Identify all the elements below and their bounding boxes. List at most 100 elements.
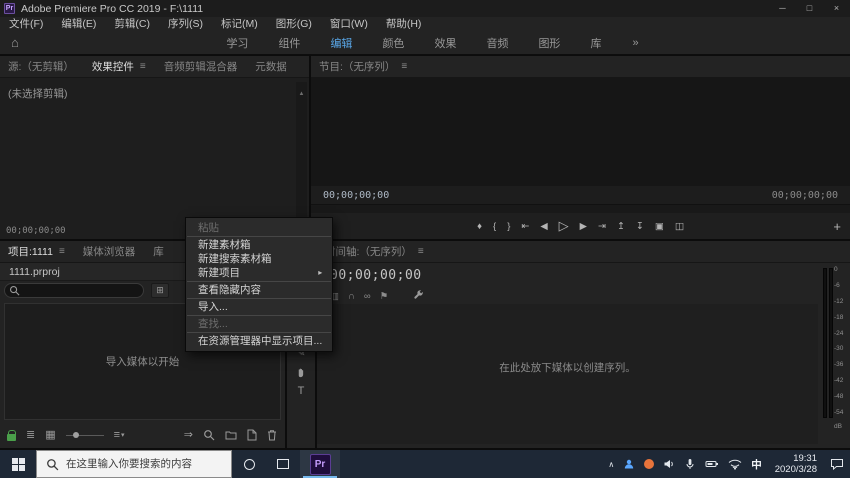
panel-menu-icon[interactable]: ≡	[59, 246, 65, 257]
tab-source-monitor[interactable]: 源:（无剪辑）	[8, 59, 74, 74]
scrollbar[interactable]: ▲	[296, 82, 307, 221]
type-tool[interactable]: T	[298, 386, 305, 397]
project-search-input[interactable]	[4, 283, 144, 298]
taskbar-premiere-button[interactable]: Pr	[300, 450, 340, 478]
mark-out-button[interactable]: }	[507, 221, 510, 232]
new-item-button[interactable]	[247, 429, 257, 441]
start-button[interactable]	[0, 450, 36, 478]
wifi-icon[interactable]	[728, 458, 742, 470]
speaker-icon[interactable]	[663, 458, 675, 470]
menu-sequence[interactable]: 序列(S)	[159, 17, 212, 31]
automate-to-sequence-button[interactable]: ⇒	[184, 430, 193, 441]
tab-project[interactable]: 项目:1111	[8, 244, 53, 259]
workspace-tab-color[interactable]: 颜色	[367, 35, 419, 51]
taskbar-search-input[interactable]	[66, 458, 226, 470]
snap-toggle[interactable]: ∩	[348, 291, 355, 302]
hidden-icons-chevron[interactable]: ∧	[608, 460, 614, 469]
workspace-overflow-icon[interactable]: »	[632, 37, 638, 49]
workspace-tab-audio[interactable]: 音频	[471, 35, 523, 51]
new-search-bin-from-query-button[interactable]: ⊞	[151, 283, 169, 298]
minimize-button[interactable]: ─	[769, 0, 796, 17]
zoom-slider[interactable]	[66, 435, 104, 436]
menu-clip[interactable]: 剪辑(C)	[105, 17, 159, 31]
menu-graphics[interactable]: 图形(G)	[267, 17, 321, 31]
comparison-view-button[interactable]: ◫	[675, 221, 684, 232]
menu-file[interactable]: 文件(F)	[0, 17, 52, 31]
premiere-app-icon: Pr	[310, 454, 331, 475]
close-button[interactable]: ×	[823, 0, 850, 17]
context-item-new-search-bin[interactable]: 新建搜索素材箱	[186, 252, 332, 266]
menu-separator	[187, 315, 331, 316]
context-item-import[interactable]: 导入...	[186, 300, 332, 314]
timeline-settings-icon[interactable]	[413, 289, 424, 303]
microphone-icon[interactable]	[684, 458, 696, 470]
program-current-timecode[interactable]: 00;00;00;00	[323, 190, 389, 201]
menu-edit[interactable]: 编辑(E)	[52, 17, 105, 31]
mark-in-button[interactable]: {	[493, 221, 496, 232]
menu-markers[interactable]: 标记(M)	[212, 17, 267, 31]
tab-media-browser[interactable]: 媒体浏览器	[83, 244, 136, 259]
timeline-panel: 时间轴:（无序列） ≡ 00;00;00;00 ▥ ∩ ∞ ⚑ 在此处放下媒体以…	[317, 241, 850, 448]
step-forward-button[interactable]: ▶	[580, 221, 587, 232]
tray-app-icon[interactable]	[644, 459, 654, 469]
delete-button[interactable]	[267, 429, 277, 441]
panel-menu-icon[interactable]: ≡	[140, 61, 146, 72]
add-marker-button[interactable]: ♦	[477, 221, 482, 232]
workspace-tab-assembly[interactable]: 组件	[263, 35, 315, 51]
maximize-button[interactable]: □	[796, 0, 823, 17]
tab-libraries[interactable]: 库	[153, 244, 164, 259]
go-to-out-button[interactable]: ⇥	[598, 221, 606, 232]
scroll-up-icon[interactable]: ▲	[299, 91, 305, 97]
step-back-button[interactable]: ◀	[540, 221, 547, 232]
find-button[interactable]	[203, 429, 215, 441]
battery-icon[interactable]	[705, 459, 719, 469]
lift-button[interactable]: ↥	[617, 221, 625, 232]
context-item-view-hidden[interactable]: 查看隐藏内容	[186, 283, 332, 297]
tab-metadata[interactable]: 元数据	[255, 59, 287, 74]
workspace-tab-effects[interactable]: 效果	[419, 35, 471, 51]
workspace-tab-libraries[interactable]: 库	[575, 35, 616, 51]
extract-button[interactable]: ↧	[636, 221, 644, 232]
workspace-tab-editing[interactable]: 编辑	[315, 35, 367, 51]
icon-view-button[interactable]: ▦	[45, 430, 55, 441]
context-item-new-bin[interactable]: 新建素材箱	[186, 238, 332, 252]
home-icon[interactable]: ⌂	[11, 35, 19, 50]
program-scrubber[interactable]	[311, 204, 850, 213]
list-view-button[interactable]: ≣	[26, 430, 35, 441]
menu-bar: 文件(F) 编辑(E) 剪辑(C) 序列(S) 标记(M) 图形(G) 窗口(W…	[0, 17, 850, 31]
button-editor-button[interactable]: +	[833, 219, 841, 234]
linked-selection-toggle[interactable]: ∞	[364, 291, 371, 302]
taskbar-search-box[interactable]	[36, 450, 232, 478]
action-center-icon[interactable]	[830, 458, 844, 470]
lock-icon[interactable]	[7, 434, 16, 441]
new-bin-button[interactable]	[225, 430, 237, 440]
source-timecode[interactable]: 00;00;00;00	[6, 226, 66, 236]
taskbar-clock[interactable]: 19:31 2020/3/28	[775, 453, 817, 475]
tab-effect-controls[interactable]: 效果控件	[92, 59, 134, 74]
sort-icons-button[interactable]: ≡	[114, 430, 120, 441]
tab-program-monitor[interactable]: 节目:（无序列）	[319, 59, 395, 74]
cortana-button[interactable]	[232, 450, 266, 478]
timeline-timecode[interactable]: 00;00;00;00	[330, 268, 422, 283]
workspace-tab-learning[interactable]: 学习	[211, 35, 263, 51]
hand-tool[interactable]	[296, 367, 307, 378]
context-item-reveal-in-explorer[interactable]: 在资源管理器中显示项目...	[186, 334, 332, 348]
menu-help[interactable]: 帮助(H)	[377, 17, 431, 31]
task-view-button[interactable]	[266, 450, 300, 478]
meter-label: -36	[834, 361, 843, 368]
play-button[interactable]: ▷	[559, 218, 569, 234]
panel-menu-icon[interactable]: ≡	[418, 246, 424, 257]
workspace-tab-graphics[interactable]: 图形	[523, 35, 575, 51]
tab-timeline[interactable]: 时间轴:（无序列）	[325, 244, 412, 259]
zoom-slider-knob[interactable]	[73, 432, 79, 438]
add-marker-button[interactable]: ⚑	[380, 291, 389, 302]
contacts-icon[interactable]	[623, 458, 635, 470]
context-item-new-item[interactable]: 新建项目 ▸	[186, 266, 332, 280]
timeline-track-area[interactable]: 在此处放下媒体以创建序列。	[317, 304, 818, 444]
export-frame-button[interactable]: ▣	[655, 221, 664, 232]
menu-window[interactable]: 窗口(W)	[321, 17, 377, 31]
go-to-in-button[interactable]: ⇤	[521, 221, 529, 232]
ime-indicator[interactable]: 中	[751, 457, 762, 472]
panel-menu-icon[interactable]: ≡	[401, 61, 407, 72]
tab-audio-clip-mixer[interactable]: 音频剪辑混合器	[164, 59, 238, 74]
